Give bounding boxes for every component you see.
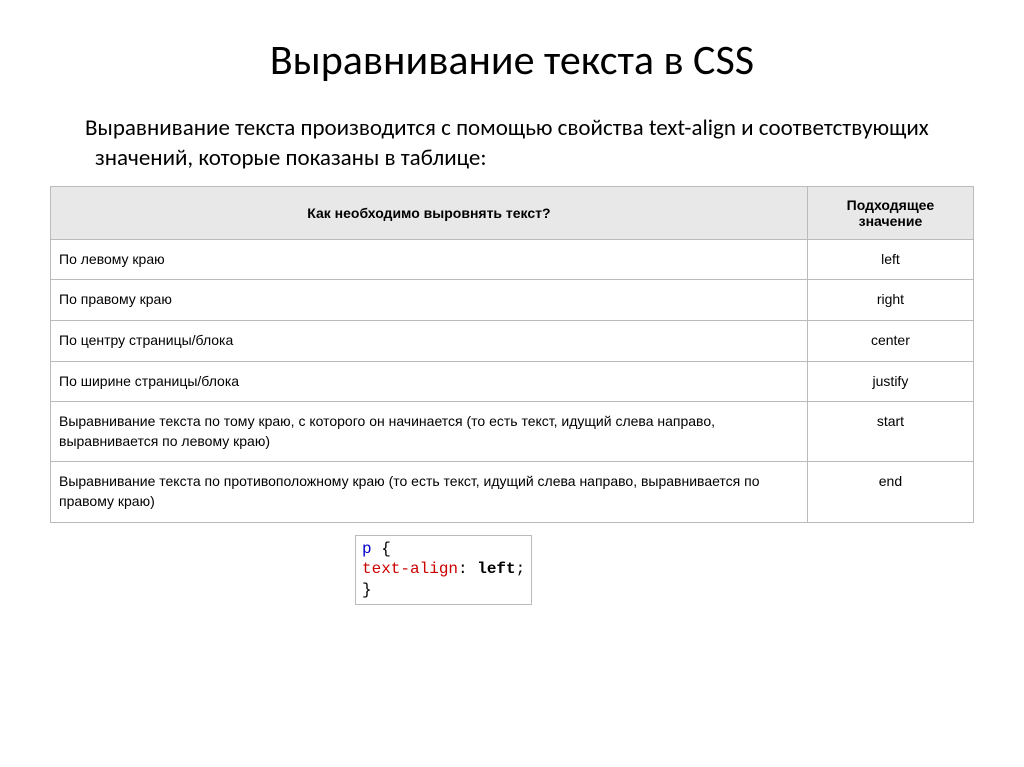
code-example: p { text-align: left; } [355, 535, 532, 605]
code-selector: p [362, 540, 372, 558]
table-row: По правому краю right [51, 280, 974, 321]
code-colon: : [458, 560, 477, 578]
code-semicolon: ; [516, 560, 526, 578]
code-value: left [477, 560, 515, 578]
table-row: Выравнивание текста по тому краю, с кото… [51, 402, 974, 462]
slide-title: Выравнивание текста в CSS [50, 35, 974, 86]
cell-val: justify [807, 361, 973, 402]
cell-desc: По левому краю [51, 239, 808, 280]
cell-val: center [807, 320, 973, 361]
values-table: Как необходимо выровнять текст? Подходящ… [50, 186, 974, 523]
table-header-question: Как необходимо выровнять текст? [51, 186, 808, 239]
cell-desc: По правому краю [51, 280, 808, 321]
code-property: text-align [362, 560, 458, 578]
cell-desc: Выравнивание текста по противоположному … [51, 462, 808, 522]
code-brace-open: { [372, 540, 391, 558]
cell-desc: По центру страницы/блока [51, 320, 808, 361]
cell-desc: Выравнивание текста по тому краю, с кото… [51, 402, 808, 462]
table-row: Выравнивание текста по противоположному … [51, 462, 974, 522]
cell-val: start [807, 402, 973, 462]
table-row: По центру страницы/блока center [51, 320, 974, 361]
code-brace-close: } [362, 581, 372, 599]
cell-val: right [807, 280, 973, 321]
table-header-value: Подходящее значение [807, 186, 973, 239]
cell-val: left [807, 239, 973, 280]
slide-description: Выравнивание текста производится с помощ… [85, 114, 974, 174]
table-row: По левому краю left [51, 239, 974, 280]
cell-val: end [807, 462, 973, 522]
cell-desc: По ширине страницы/блока [51, 361, 808, 402]
table-row: По ширине страницы/блока justify [51, 361, 974, 402]
